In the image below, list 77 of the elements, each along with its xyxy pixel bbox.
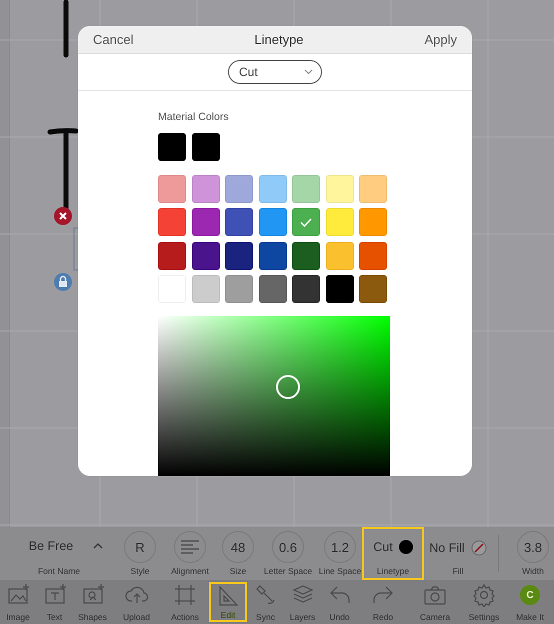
linetype-value[interactable]: Cut [373,540,393,554]
color-swatch[interactable] [158,208,186,236]
property-label: Size [230,566,246,576]
font-name-value[interactable]: Be Free [28,539,74,553]
color-swatch[interactable] [359,242,387,270]
toolbar-button[interactable]: Settings [462,580,506,624]
color-swatch[interactable] [326,275,354,303]
color-swatch[interactable] [326,174,354,202]
color-swatch[interactable] [326,242,354,270]
toolbar-button[interactable]: Sync [247,580,284,624]
toolbar-button[interactable]: Shapes [73,580,112,624]
delete-handle-icon[interactable] [54,207,72,225]
toolbar-button[interactable]: Camera [408,580,462,624]
caret-icon[interactable] [93,543,104,549]
color-swatch[interactable] [292,242,320,270]
toolbar-button[interactable]: Undo [321,580,358,624]
lock-handle-icon[interactable] [54,273,72,291]
color-swatch[interactable] [225,208,253,236]
toolbar-button[interactable]: Upload [112,580,161,624]
settings-icon [472,583,496,607]
alignment-button[interactable] [174,531,206,563]
property-label: Style [130,566,150,576]
cancel-button[interactable]: Cancel [93,32,134,47]
property-label: Fill [452,566,464,576]
toolbar-button[interactable]: C Make It [506,580,554,624]
toolbar-button[interactable]: Image [0,580,36,624]
property-label: Letter Space [264,566,312,576]
color-swatch[interactable] [359,174,387,202]
section-label: Material Colors [158,110,230,122]
color-swatch[interactable] [292,208,320,236]
dialog-title: Linetype [254,32,304,47]
actions-icon [173,583,197,607]
color-swatch[interactable] [359,275,387,303]
property-label: Font Name [38,566,80,576]
color-swatch[interactable] [192,208,220,236]
toolbar-button[interactable]: Redo [358,580,408,624]
color-swatch[interactable] [258,275,286,303]
color-swatch[interactable] [192,242,220,270]
color-gradient-picker[interactable] [158,316,390,476]
toolbar-button[interactable]: Layers [284,580,321,624]
linetype-dropdown[interactable]: Cut [228,60,322,84]
value-circle[interactable]: 3.8 [517,531,549,563]
color-swatch[interactable] [192,275,220,303]
color-swatch[interactable] [225,242,253,270]
toolbar-button[interactable]: Edit [209,582,247,622]
property-label: Width [522,566,544,576]
color-swatch[interactable] [158,242,186,270]
property-label: Line Space [318,566,362,576]
color-swatch[interactable] [258,208,286,236]
color-swatch[interactable] [158,132,186,160]
color-swatch[interactable] [326,208,354,236]
picker-handle[interactable] [276,375,300,399]
color-swatch[interactable] [292,275,320,303]
align-left-icon [180,540,200,554]
value-circle[interactable]: 1.2 [324,531,356,563]
color-swatch[interactable] [225,275,253,303]
value-circle[interactable]: R [124,531,156,563]
property-label: Alignment [171,566,209,576]
color-swatch[interactable] [192,174,220,202]
value-circle[interactable]: 48 [222,531,254,563]
no-fill-icon [470,540,487,556]
toolbar-button[interactable]: Actions [161,580,209,624]
color-swatch[interactable] [225,174,253,202]
toolbar-button[interactable]: Text [36,580,73,624]
value-circle[interactable]: 0.6 [272,531,304,563]
color-swatch[interactable] [258,242,286,270]
color-swatch[interactable] [258,174,286,202]
color-swatch[interactable] [192,132,220,160]
color-swatch[interactable] [359,208,387,236]
apply-button[interactable]: Apply [424,32,457,47]
avatar-badge: C [520,585,540,605]
color-swatch[interactable] [292,174,320,202]
checkmark-icon [300,218,312,226]
fill-value[interactable]: No Fill [429,541,465,555]
property-label: Linetype [376,566,410,576]
color-swatch[interactable] [158,174,186,202]
chevron-icon [304,68,313,75]
